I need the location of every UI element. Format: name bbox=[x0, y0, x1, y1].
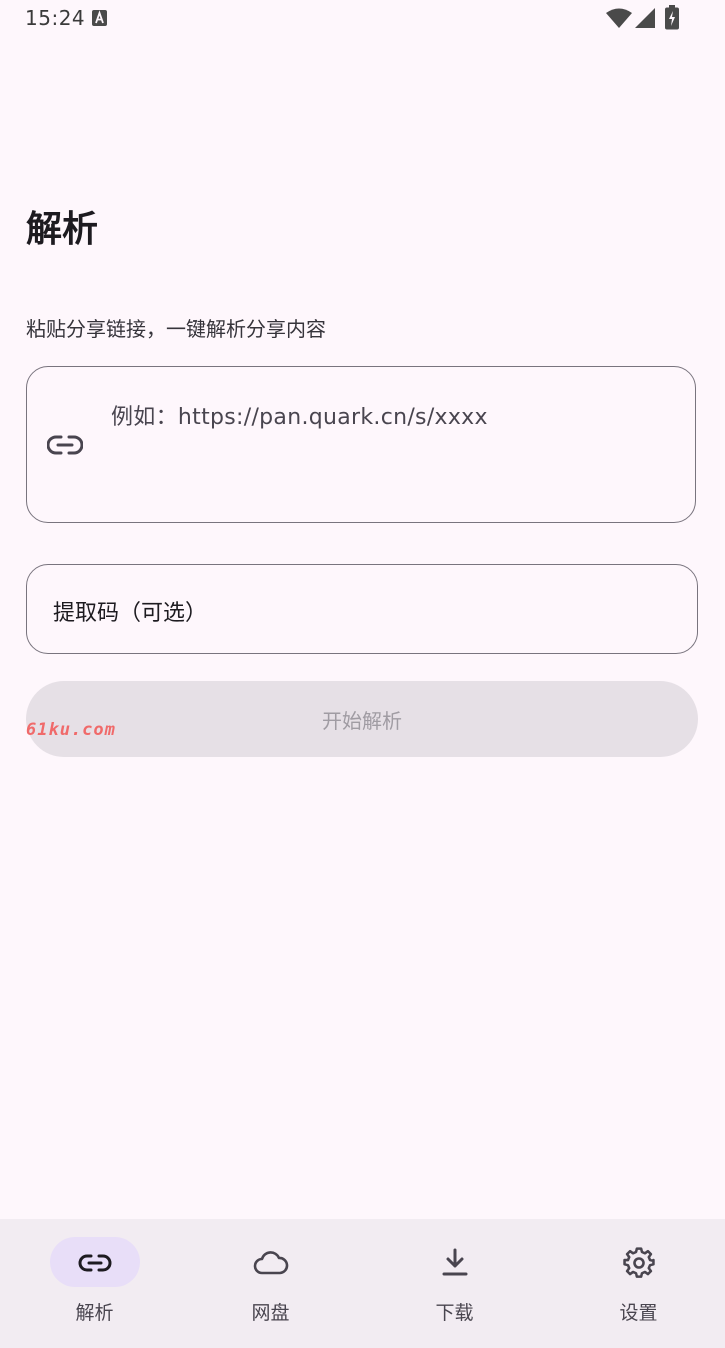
share-link-placeholder: 例如：https://pan.quark.cn/s/xxxx bbox=[111, 405, 488, 430]
link-icon bbox=[47, 435, 83, 455]
wifi-icon bbox=[606, 8, 632, 28]
extraction-code-placeholder: 提取码（可选） bbox=[53, 601, 208, 626]
download-icon bbox=[442, 1248, 467, 1276]
status-bar: 15:24 bbox=[0, 0, 725, 40]
nav-item-download[interactable]: 下载 bbox=[364, 1219, 545, 1348]
signal-icon bbox=[635, 8, 655, 28]
nav-item-parse[interactable]: 解析 bbox=[4, 1219, 185, 1348]
start-parse-button[interactable]: 开始解析 bbox=[26, 681, 698, 757]
nav-item-settings[interactable]: 设置 bbox=[548, 1219, 725, 1348]
cloud-icon bbox=[253, 1251, 288, 1275]
page-subtitle: 粘贴分享链接，一键解析分享内容 bbox=[26, 317, 326, 341]
nav-label-download: 下载 bbox=[435, 1302, 474, 1324]
nav-label-parse: 解析 bbox=[75, 1302, 114, 1324]
nav-label-settings: 设置 bbox=[619, 1302, 658, 1324]
page-title: 解析 bbox=[26, 209, 99, 250]
link-icon bbox=[78, 1254, 111, 1272]
share-link-input[interactable]: 例如：https://pan.quark.cn/s/xxxx bbox=[26, 366, 696, 523]
nav-item-cloud-drive[interactable]: 网盘 bbox=[180, 1219, 361, 1348]
gear-icon bbox=[622, 1247, 655, 1278]
watermark: 61ku.com bbox=[26, 720, 116, 740]
extraction-code-input[interactable]: 提取码（可选） bbox=[26, 564, 698, 654]
bottom-navigation: 解析 网盘 下载 设置 bbox=[0, 1219, 725, 1348]
battery-charging-icon bbox=[665, 5, 679, 30]
keyboard-a-icon bbox=[92, 10, 107, 26]
status-time: 15:24 bbox=[25, 6, 86, 30]
nav-label-cloud-drive: 网盘 bbox=[251, 1302, 290, 1324]
